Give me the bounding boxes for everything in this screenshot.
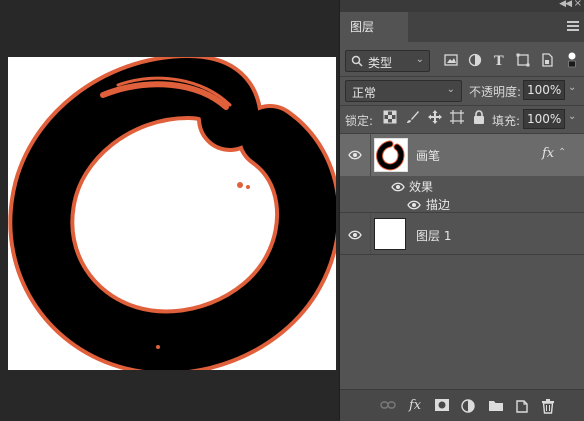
effect-stroke-row[interactable]: 描边: [340, 194, 584, 212]
artboard-lock-icon[interactable]: [450, 110, 466, 126]
lock-transparent-pixels-icon[interactable]: [383, 110, 399, 126]
lock-image-pixels-icon[interactable]: [406, 110, 422, 126]
add-layer-style-icon[interactable]: fx: [408, 396, 424, 413]
blend-mode-select[interactable]: 正常 ⌄: [345, 80, 462, 102]
opacity-input[interactable]: 100%: [523, 80, 565, 100]
expand-effects-chevron-icon[interactable]: ⌃: [558, 147, 566, 158]
layer-thumbnail-brush[interactable]: [374, 138, 408, 172]
lock-all-icon[interactable]: [472, 110, 488, 126]
layer-list: 画笔 fx ⌃ 效果 描边 图层 1: [340, 134, 584, 389]
divider: [370, 214, 371, 254]
layer-row-layer-1[interactable]: 图层 1: [340, 214, 584, 254]
visibility-eye-icon[interactable]: [391, 181, 407, 193]
divider: [340, 254, 584, 255]
layers-panel-footer: fx: [340, 389, 584, 421]
layer-thumbnail-layer-1[interactable]: [374, 218, 406, 250]
tab-bar: 图层: [340, 12, 584, 42]
tab-layers[interactable]: 图层: [340, 12, 408, 42]
divider: [340, 105, 584, 106]
layers-panel: ◀◀ × 图层 类型 ⌄ T 正常 ⌄ 不透明度: 100% ⌄ 锁定: 填充:…: [339, 0, 584, 421]
panel-header-strip: ◀◀ ×: [340, 0, 584, 12]
collapse-icon[interactable]: ◀◀: [559, 0, 572, 9]
filter-type-label: 类型: [368, 56, 393, 70]
filter-toggle-icon[interactable]: [567, 52, 584, 70]
new-layer-icon[interactable]: [514, 398, 530, 414]
blend-mode-label: 正常: [352, 86, 377, 100]
divider: [340, 212, 584, 213]
fill-dropdown-icon[interactable]: ⌄: [568, 111, 576, 122]
filter-type-select[interactable]: 类型 ⌄: [345, 50, 430, 72]
chevron-down-icon: ⌄: [415, 54, 424, 65]
fill-label: 填充:: [492, 114, 521, 128]
effects-label: 效果: [409, 180, 434, 194]
svg-text:T: T: [494, 54, 504, 67]
new-adjustment-layer-icon[interactable]: [460, 398, 476, 414]
thumbnail-artwork: [376, 140, 405, 171]
chevron-down-icon: ⌄: [446, 84, 455, 95]
delete-layer-icon[interactable]: [540, 398, 556, 414]
lock-label: 锁定:: [345, 114, 374, 128]
divider: [370, 134, 371, 176]
visibility-eye-icon[interactable]: [348, 149, 364, 161]
panel-menu-icon[interactable]: [567, 21, 579, 33]
close-icon[interactable]: ×: [574, 0, 582, 9]
brush-circle-artwork: [8, 57, 336, 370]
fill-input[interactable]: 100%: [523, 109, 565, 129]
adjustment-layer-filter-icon[interactable]: [468, 53, 486, 71]
layer-row-brush[interactable]: 画笔 fx ⌃: [340, 134, 584, 176]
type-layer-filter-icon[interactable]: T: [492, 53, 510, 71]
layer-effects-row[interactable]: 效果: [340, 176, 584, 194]
layer-name-brush[interactable]: 画笔: [416, 147, 440, 164]
smart-object-filter-icon[interactable]: [540, 53, 558, 71]
new-group-icon[interactable]: [488, 398, 504, 414]
layer-effects-fx-icon[interactable]: fx: [542, 146, 554, 161]
visibility-eye-icon[interactable]: [407, 199, 423, 211]
opacity-label: 不透明度:: [469, 85, 522, 99]
pixel-layer-filter-icon[interactable]: [444, 53, 462, 71]
divider: [340, 76, 584, 77]
layer-name-layer-1[interactable]: 图层 1: [416, 227, 451, 244]
link-layers-icon[interactable]: [380, 398, 396, 414]
shape-layer-filter-icon[interactable]: [516, 53, 534, 71]
document-canvas[interactable]: [8, 57, 336, 370]
canvas-area[interactable]: [0, 0, 338, 420]
add-layer-mask-icon[interactable]: [434, 398, 450, 414]
lock-position-icon[interactable]: [428, 110, 444, 126]
visibility-eye-icon[interactable]: [348, 229, 364, 241]
search-icon: [351, 55, 363, 67]
opacity-dropdown-icon[interactable]: ⌄: [568, 82, 576, 93]
effect-stroke-label[interactable]: 描边: [426, 196, 450, 213]
svg-text:fx: fx: [408, 398, 422, 413]
